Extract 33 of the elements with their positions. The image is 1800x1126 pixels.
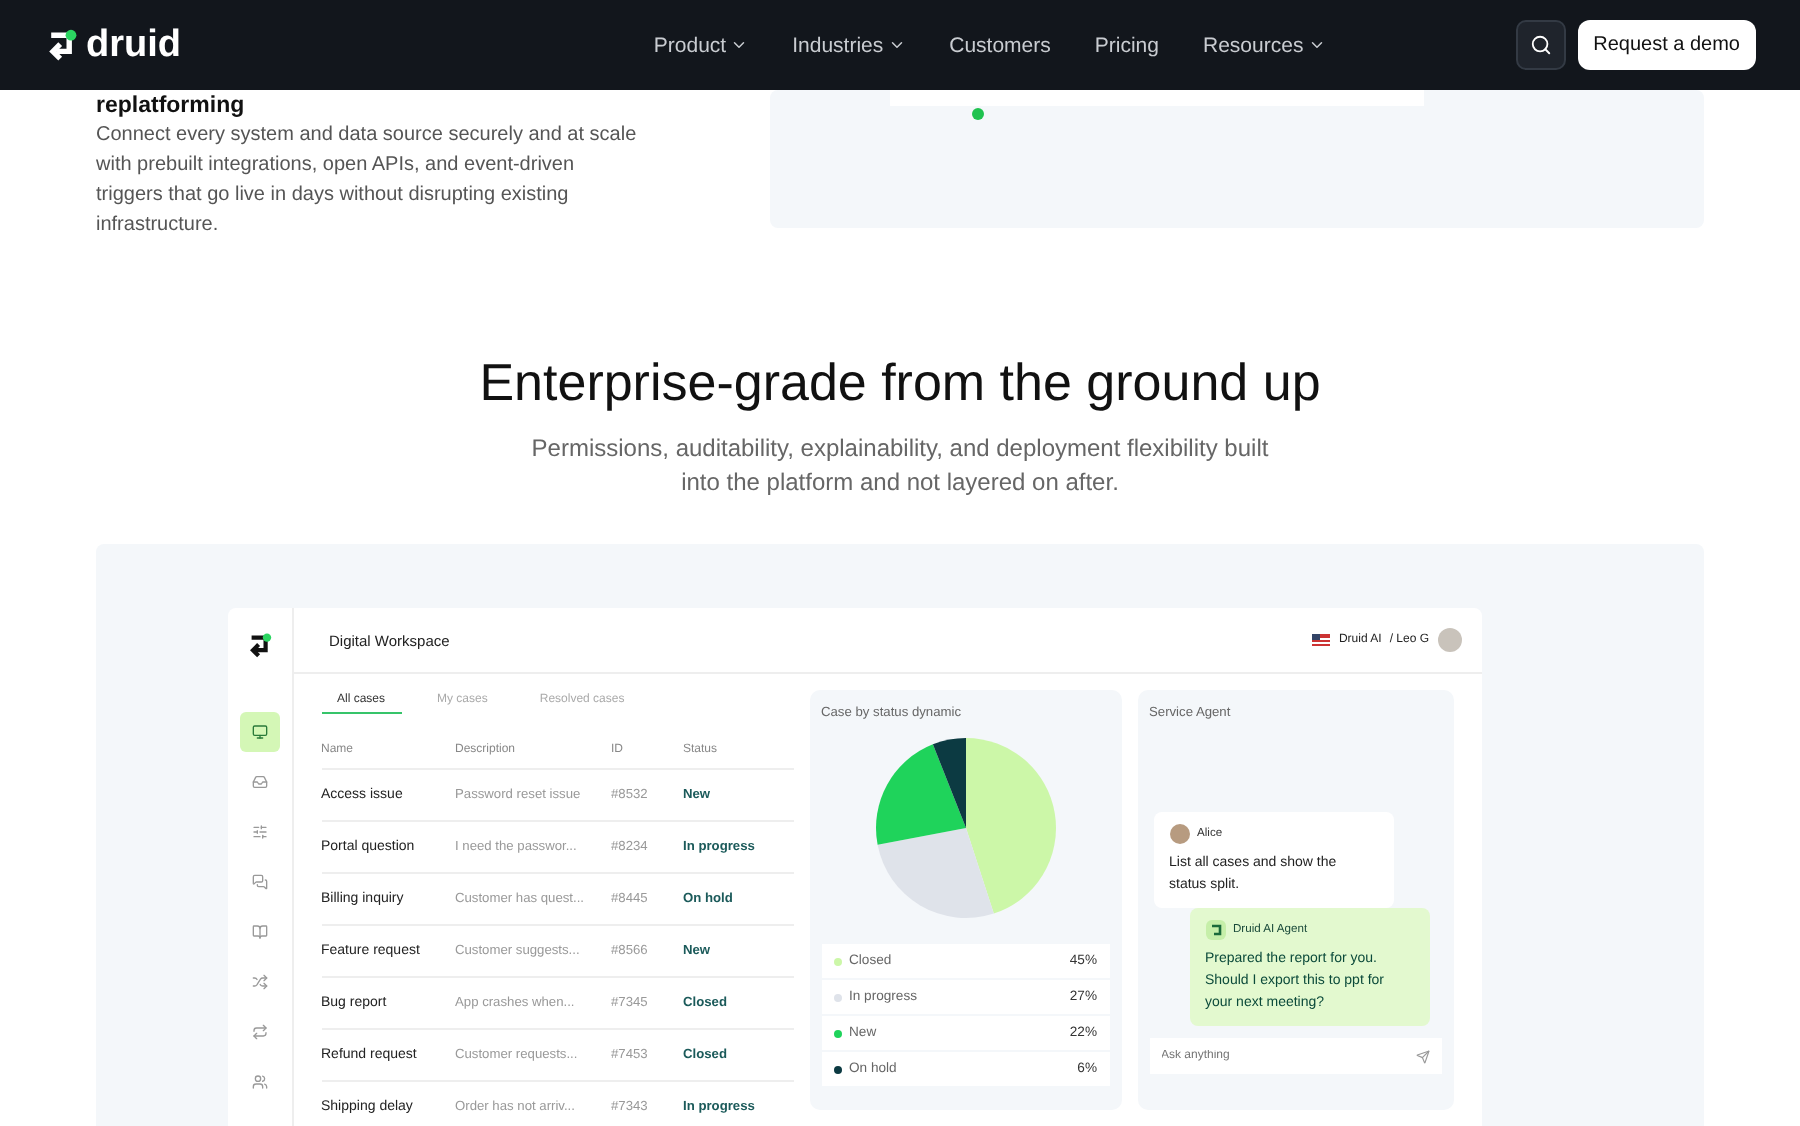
legend-swatch [833, 1029, 841, 1037]
book-icon [251, 924, 267, 940]
sidebar-item[interactable] [239, 712, 279, 752]
nav-link[interactable]: Industries [792, 33, 906, 57]
logo-icon [44, 27, 80, 63]
users-icon [251, 1074, 267, 1090]
section-heading: Enterprise-grade from the ground up [477, 352, 1323, 412]
inbox-icon [251, 774, 267, 790]
feature-title: replatforming [96, 92, 247, 120]
avatar-icon [1169, 824, 1189, 844]
send-icon[interactable] [1415, 1049, 1429, 1063]
flag-icon [1312, 634, 1331, 646]
status-dot [972, 108, 984, 120]
monitor-icon [251, 724, 267, 740]
request-demo-button[interactable]: Request a demo [1577, 20, 1756, 70]
legend-swatch [833, 993, 841, 1001]
legend-swatch [833, 957, 841, 965]
nav-link[interactable]: Customers [949, 33, 1051, 57]
search-button[interactable] [1515, 20, 1566, 70]
feature-description: Connect every system and data source securely and at scale with prebuilt integrations, open APIs, and event-driven triggers that go live in days without disrupting existing infrastructure. [96, 122, 639, 240]
section-subtitle: Permissions, auditability, explainability, and deployment flexibility built into the platform and not layered on after. [529, 432, 1271, 500]
chat-icon [251, 874, 267, 890]
shuffle-icon [251, 974, 267, 990]
legend-swatch [833, 1065, 841, 1073]
search-icon [1529, 34, 1552, 56]
avatar-icon[interactable] [1437, 628, 1461, 652]
sliders-icon [251, 824, 267, 840]
logo-text: druid [86, 23, 181, 67]
nav-link[interactable]: Resources [1203, 33, 1326, 57]
nav-link[interactable]: Pricing [1094, 33, 1159, 57]
repeat-icon [251, 1024, 267, 1040]
logo-icon [245, 632, 273, 660]
nav-link[interactable]: Product [653, 33, 749, 57]
